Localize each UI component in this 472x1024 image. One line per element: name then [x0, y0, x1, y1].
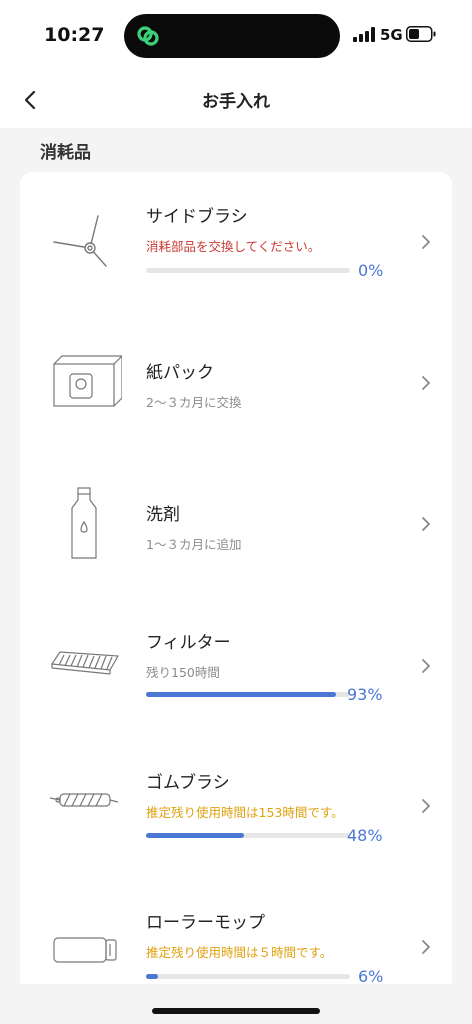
consumable-item-side-brush[interactable]: サイドブラシ 消耗部品を交換してください。 0% — [20, 172, 452, 312]
detergent-bottle-icon — [71, 487, 97, 559]
filter-icon — [50, 651, 119, 675]
item-remaining: 推定残り使用時間は５時間です。 — [146, 945, 333, 960]
progress-fill — [146, 692, 336, 697]
consumables-card: サイドブラシ 消耗部品を交換してください。 0% 紙パック 2～３カ月に交換 洗… — [20, 172, 452, 984]
progress-percent: 6% — [358, 967, 384, 984]
item-remaining: 残り150時間 — [146, 665, 220, 680]
chevron-right-icon — [422, 659, 430, 673]
consumable-item-detergent[interactable]: 洗剤 1～３カ月に追加 — [20, 452, 452, 592]
progress-track — [146, 833, 350, 838]
side-brush-icon — [53, 215, 107, 267]
chevron-right-icon — [422, 940, 430, 954]
progress-fill — [146, 833, 244, 838]
network-type: 5G — [380, 26, 403, 44]
item-status: 消耗部品を交換してください。 — [146, 239, 321, 254]
chevron-right-icon — [422, 235, 430, 249]
item-name: 紙パック — [146, 363, 214, 383]
progress-percent: 93% — [347, 685, 383, 704]
chevron-right-icon — [422, 517, 430, 531]
progress-fill — [146, 974, 159, 979]
battery-icon — [406, 26, 436, 42]
item-description: 2～３カ月に交換 — [146, 395, 242, 410]
progress-percent: 48% — [347, 826, 383, 845]
item-remaining: 推定残り使用時間は153時間です。 — [146, 805, 344, 820]
section-title: 消耗品 — [40, 143, 91, 163]
progress-percent: 0% — [358, 261, 384, 280]
page-title: お手入れ — [202, 92, 270, 112]
progress-track — [146, 692, 350, 697]
dynamic-island — [124, 14, 340, 58]
roller-mop-icon — [53, 937, 117, 963]
chevron-right-icon — [422, 799, 430, 813]
item-name: 洗剤 — [146, 505, 180, 525]
item-name: ローラーモップ — [146, 913, 265, 933]
item-name: ゴムブラシ — [146, 773, 230, 793]
consumable-item-roller-mop[interactable]: ローラーモップ 推定残り使用時間は５時間です。 6% — [20, 872, 452, 984]
progress-track — [146, 268, 350, 273]
chevron-right-icon — [422, 376, 430, 390]
status-bar: 10:27 5G — [0, 0, 472, 70]
app-logo-icon — [137, 26, 159, 46]
signal-icon — [353, 27, 375, 42]
consumable-item-dust-bag[interactable]: 紙パック 2～３カ月に交換 — [20, 312, 452, 452]
progress-track — [146, 974, 350, 979]
navigation-bar: お手入れ — [0, 70, 472, 128]
consumable-item-filter[interactable]: フィルター 残り150時間 93% — [20, 592, 452, 732]
item-description: 1～３カ月に追加 — [146, 537, 242, 552]
consumable-item-rubber-brush[interactable]: ゴムブラシ 推定残り使用時間は153時間です。 48% — [20, 732, 452, 872]
status-time: 10:27 — [44, 24, 105, 46]
rubber-brush-icon — [49, 793, 119, 807]
item-name: サイドブラシ — [146, 207, 248, 227]
dust-bag-icon — [53, 355, 122, 407]
home-indicator — [152, 1008, 320, 1014]
item-name: フィルター — [146, 633, 231, 653]
